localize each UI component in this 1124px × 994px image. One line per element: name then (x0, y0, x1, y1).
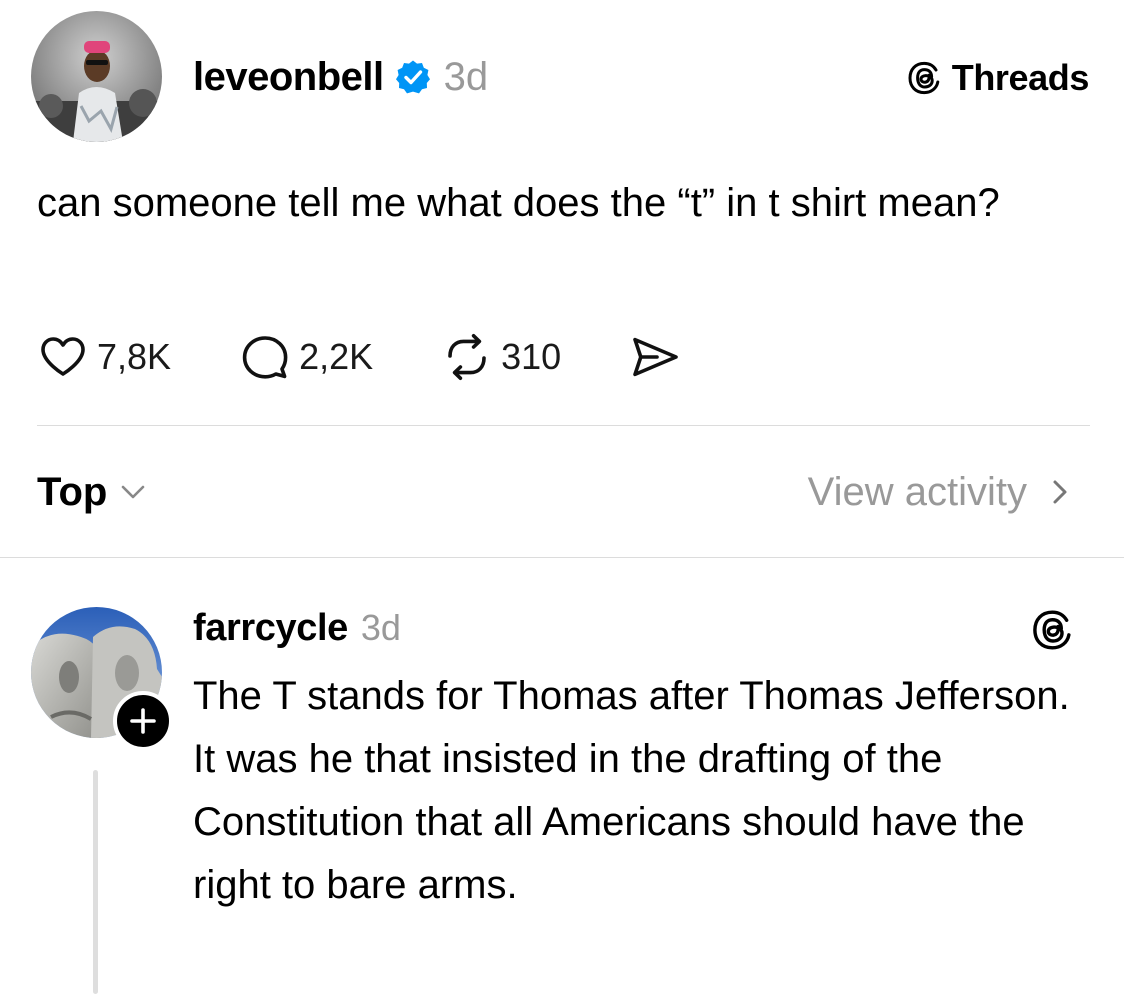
reply-count: 2,2K (299, 336, 374, 377)
like-count: 7,8K (97, 336, 172, 377)
repost-count: 310 (501, 336, 562, 377)
thread-connector-line (93, 770, 98, 994)
reply-author-row: farrcycle 3d (193, 603, 401, 653)
threads-logo-icon[interactable] (1030, 608, 1074, 652)
profile-photo (31, 11, 162, 142)
post-timestamp: 3d (443, 54, 489, 99)
reply-username[interactable]: farrcycle (193, 607, 348, 650)
plus-icon (130, 708, 156, 734)
threads-brand-label: Threads (951, 57, 1090, 98)
post-divider (37, 425, 1090, 426)
chevron-right-icon (1049, 476, 1071, 508)
view-activity-label: View activity (807, 469, 1027, 514)
heart-icon (37, 331, 89, 383)
follow-button[interactable] (113, 691, 173, 751)
repost-button[interactable]: 310 (441, 331, 561, 383)
send-icon (629, 331, 681, 383)
reply-text: The T stands for Thomas after Thomas Jef… (193, 674, 1070, 907)
threads-logo-icon (906, 60, 942, 96)
like-button[interactable]: 7,8K (37, 331, 171, 383)
author-avatar[interactable] (31, 11, 162, 142)
repost-icon (441, 331, 493, 383)
post-actions: 7,8K 2,2K 310 (37, 330, 749, 384)
chevron-down-icon (119, 478, 147, 506)
verified-badge-icon (395, 59, 431, 95)
threads-brand[interactable]: Threads (906, 56, 1089, 100)
comment-icon (239, 331, 291, 383)
sort-label: Top (37, 469, 108, 514)
post-text: can someone tell me what does the “t” in… (37, 181, 1000, 225)
reply-timestamp: 3d (360, 607, 401, 648)
section-divider (0, 557, 1124, 558)
author-username[interactable]: leveonbell (193, 55, 384, 100)
reply-button[interactable]: 2,2K (239, 331, 373, 383)
share-button[interactable] (629, 331, 681, 383)
view-activity-link[interactable]: View activity (808, 467, 1071, 517)
post-author-row: leveonbell 3d (193, 52, 488, 102)
sort-dropdown[interactable]: Top (37, 467, 147, 517)
